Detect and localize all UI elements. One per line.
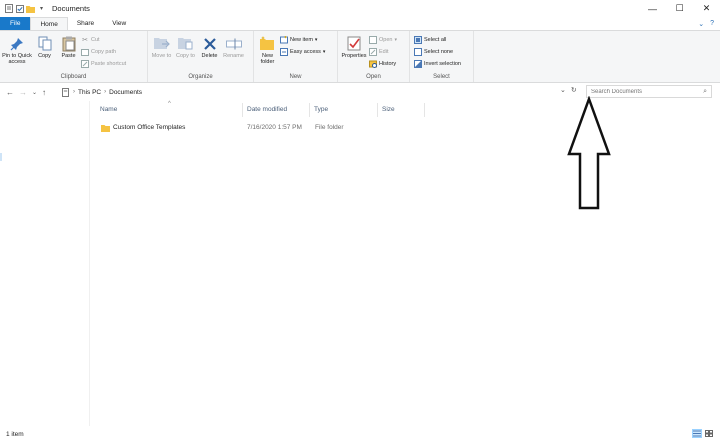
copy-icon [37, 35, 53, 52]
close-button[interactable]: ✕ [693, 0, 720, 17]
navigation-pane-edge-marker [0, 153, 2, 161]
open-group: Properties Open ▾ Edit History Open [338, 31, 410, 82]
select-group: Select all Select none Invert selection … [410, 31, 474, 82]
help-icon[interactable]: ? [710, 20, 714, 27]
column-header-type[interactable]: Type [314, 106, 328, 113]
easy-access-icon [280, 48, 288, 56]
column-header-name[interactable]: Name [100, 106, 117, 113]
paste-icon [61, 35, 77, 52]
column-divider[interactable] [242, 103, 243, 117]
item-count: 1 item [6, 430, 24, 438]
details-view-icon [693, 430, 701, 437]
history-icon [369, 60, 377, 68]
select-group-label: Select [433, 74, 450, 80]
column-divider[interactable] [424, 103, 425, 117]
documents-location-icon [62, 87, 69, 97]
folder-icon [101, 124, 110, 134]
new-item-caret-icon: ▾ [314, 37, 318, 43]
organize-group: Move to Copy to Delete Rename Organize [148, 31, 254, 82]
maximize-button[interactable]: ☐ [666, 0, 693, 17]
open-caret-icon: ▾ [394, 37, 397, 43]
easy-access-caret-icon: ▾ [322, 49, 326, 55]
breadcrumb-separator-icon: › [73, 89, 75, 95]
clipboard-group: Pin to Quick access Copy Paste ✂ Cut Cop… [0, 31, 148, 82]
edit-icon [369, 48, 377, 56]
column-headers: Name Date modified Type Size [90, 104, 490, 118]
open-button[interactable]: Open ▾ [369, 35, 397, 45]
annotation-arrow-icon [567, 96, 611, 210]
column-header-size[interactable]: Size [382, 106, 395, 113]
tab-file[interactable]: File [0, 17, 31, 30]
breadcrumb-documents[interactable]: Documents [109, 89, 142, 96]
move-to-icon [153, 35, 170, 52]
edit-button[interactable]: Edit [369, 47, 397, 57]
new-item-button[interactable]: New item ▾ [280, 35, 325, 45]
history-button[interactable]: History [369, 59, 397, 69]
column-divider[interactable] [309, 103, 310, 117]
address-bar[interactable]: › This PC › Documents [62, 86, 582, 98]
cut-button[interactable]: ✂ Cut [81, 35, 126, 45]
properties-icon[interactable] [4, 4, 13, 13]
easy-access-button[interactable]: Easy access ▾ [280, 47, 325, 57]
invert-selection-icon [414, 60, 422, 68]
select-none-button[interactable]: Select none [414, 47, 461, 57]
clipboard-group-label: Clipboard [60, 74, 87, 80]
file-date-modified: 7/16/2020 1:57 PM [247, 124, 302, 131]
minimize-button[interactable]: — [639, 0, 666, 17]
new-item-icon [280, 36, 288, 44]
copy-path-button[interactable]: Copy path [81, 47, 126, 57]
column-header-date-modified[interactable]: Date modified [247, 106, 287, 113]
select-none-icon [414, 48, 422, 56]
new-folder-icon [260, 35, 276, 52]
column-divider[interactable] [377, 103, 378, 117]
search-icon: ⌕ [703, 87, 707, 95]
open-group-label: Open [366, 74, 381, 80]
pin-icon [9, 35, 25, 52]
expand-ribbon-icon[interactable]: ⌄ [698, 20, 704, 28]
tab-view[interactable]: View [103, 17, 135, 30]
up-button[interactable]: ↑ [42, 88, 46, 97]
refresh-button[interactable]: ↻ [571, 86, 577, 94]
invert-selection-button[interactable]: Invert selection [414, 59, 461, 69]
back-button[interactable]: ← [6, 88, 14, 97]
status-bar: 1 item [0, 426, 720, 442]
checkbox-icon[interactable] [15, 4, 24, 13]
address-dropdown-button[interactable]: ⌄ [560, 86, 566, 94]
tab-home[interactable]: Home [30, 17, 68, 30]
paste-shortcut-button[interactable]: Paste shortcut [81, 59, 126, 69]
folder-icon[interactable] [26, 4, 35, 13]
navigation-pane[interactable] [0, 101, 90, 426]
open-icon [369, 36, 377, 44]
new-group: New folder New item ▾ Easy access ▾ New [254, 31, 338, 82]
new-group-label: New [289, 74, 302, 80]
search-input[interactable] [591, 88, 695, 95]
breadcrumb-this-pc[interactable]: This PC [78, 89, 101, 96]
copy-path-icon [81, 48, 89, 56]
file-row[interactable]: Custom Office Templates 7/16/2020 1:57 P… [95, 121, 415, 134]
scissors-icon: ✂ [82, 37, 88, 44]
forward-button[interactable]: → [19, 88, 27, 97]
recent-locations-button[interactable]: ⌄ [32, 89, 37, 96]
file-type: File folder [315, 124, 344, 131]
select-all-button[interactable]: Select all [414, 35, 461, 45]
ribbon-tabs: File Home Share View ⌄ ? [0, 17, 720, 30]
quick-access-toolbar: ▾ [0, 4, 46, 13]
tab-share[interactable]: Share [68, 17, 103, 30]
ribbon: Pin to Quick access Copy Paste ✂ Cut Cop… [0, 30, 720, 83]
title-bar: ▾ Documents — ☐ ✕ [0, 0, 720, 17]
rename-icon [225, 35, 242, 52]
select-all-icon [414, 36, 422, 44]
large-icons-view-icon [705, 430, 713, 437]
paste-shortcut-icon [81, 60, 89, 68]
organize-group-label: Organize [188, 74, 213, 80]
breadcrumb-separator-icon: › [104, 89, 107, 95]
details-view-button[interactable] [692, 429, 702, 438]
delete-x-icon [202, 35, 218, 52]
large-icons-view-button[interactable] [704, 429, 714, 438]
dropdown-caret-icon[interactable]: ▾ [37, 4, 46, 13]
copy-to-icon [177, 35, 194, 52]
window-title: Documents [52, 4, 90, 13]
file-name: Custom Office Templates [113, 124, 186, 131]
properties-check-icon [346, 35, 362, 52]
